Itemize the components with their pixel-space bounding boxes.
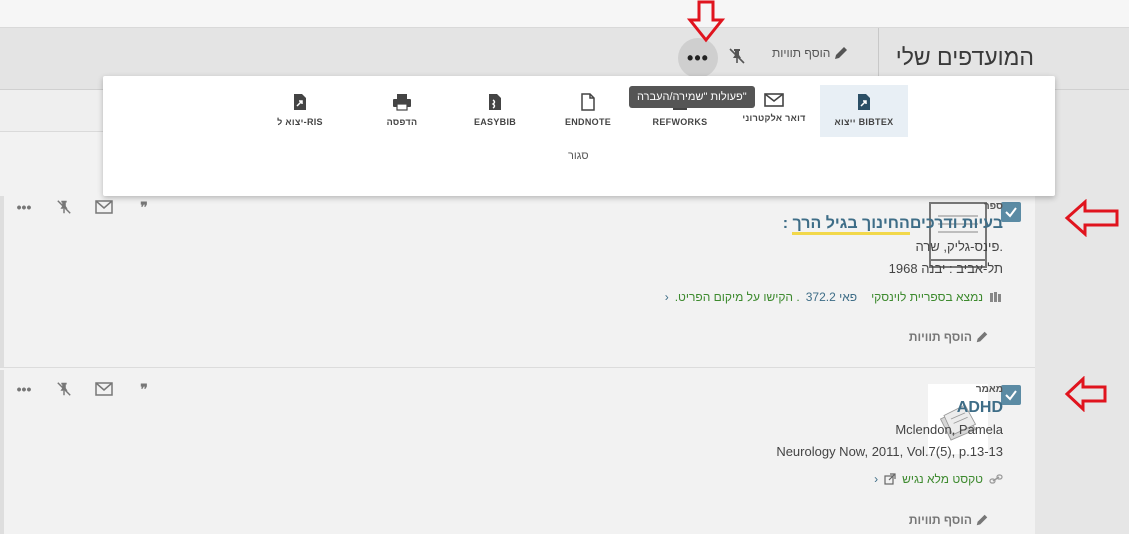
popup-item-label: דואר אלקטרוני (742, 113, 806, 123)
add-tags-label: הוסף תוויות (908, 513, 972, 527)
add-tags-label: הוסף תוויות (772, 46, 831, 60)
page-title: המועדפים שלי (895, 44, 1034, 70)
export-icon (858, 94, 870, 110)
add-tags-label: הוסף תוויות (908, 330, 972, 344)
annotation-arrow-left (1064, 376, 1107, 412)
popup-close-button[interactable]: סגור (568, 150, 589, 162)
record-author: Mclendon, Pamela (895, 422, 1003, 437)
popup-item-label: EASYBIB (473, 117, 517, 127)
popup-item-ris[interactable]: יצוא ל-RIS (256, 85, 344, 137)
record-title[interactable]: ADHD (957, 399, 1003, 417)
unpin-icon (729, 48, 745, 64)
annotation-arrow-down (686, 0, 726, 43)
book-thumbnail (929, 202, 987, 268)
unpin-icon[interactable] (54, 199, 74, 215)
popup-item-print[interactable]: הדפסה (358, 85, 446, 137)
record-type: מאמר (975, 384, 1003, 395)
availability-status: טקסט מלא נגיש (902, 472, 983, 486)
more-icon[interactable]: ••• (14, 381, 34, 397)
popup-item-label: יצוא ל-RIS (277, 117, 323, 127)
availability-call-number: פאי 372.2 (805, 290, 858, 304)
popup-item-label: ייצוא BIBTEX (834, 117, 894, 127)
external-link-icon (884, 473, 896, 485)
record-add-tags-button[interactable]: הוסף תוויות (909, 513, 989, 527)
annotation-arrow-left (1064, 199, 1119, 237)
header-add-tags-button[interactable]: הוסף תוויות (772, 45, 849, 61)
popup-item-label: הדפסה (386, 117, 418, 127)
check-icon (1005, 207, 1017, 218)
popup-item-bibtex[interactable]: ייצוא BIBTEX (820, 85, 908, 137)
pencil-icon (835, 47, 848, 59)
link-icon (989, 474, 1003, 484)
record-border (0, 196, 4, 367)
availability-library: ספריית לוינסקי (871, 290, 946, 304)
record-type: ספר (983, 201, 1003, 212)
more-actions-button[interactable]: ••• (678, 38, 718, 78)
header-pin-button[interactable] (728, 47, 746, 70)
record-add-tags-button[interactable]: הוסף תוויות (909, 330, 989, 344)
document-icon (581, 93, 595, 111)
easybib-icon (489, 94, 501, 110)
actions-tooltip: פעולות "שמירה/העברה" (629, 86, 755, 108)
mail-icon[interactable] (94, 199, 114, 215)
browser-top-strip (0, 0, 1129, 28)
mail-icon[interactable] (94, 381, 114, 397)
record-availability[interactable]: טקסט מלא נגיש ‹ (874, 472, 1003, 486)
pencil-icon (976, 331, 988, 343)
record-checkbox[interactable] (1001, 202, 1021, 222)
record-checkbox[interactable] (1001, 385, 1021, 405)
send-to-popup: ייצוא BIBTEX דואר אלקטרוני REFWORKS ENDN… (103, 76, 1055, 196)
mail-icon (764, 93, 784, 107)
print-icon (393, 94, 411, 111)
record-publication: Neurology Now, 2011, Vol.7(5), p.13-13 (776, 444, 1003, 459)
popup-item-endnote[interactable]: ENDNOTE (544, 85, 632, 137)
quote-icon[interactable]: ❞ (134, 381, 154, 397)
chevron-left-icon: ‹ (874, 472, 879, 486)
record-border (0, 370, 4, 534)
quote-icon[interactable]: ❞ (134, 199, 154, 215)
record-actions: ••• ❞ (14, 381, 154, 398)
record-availability[interactable]: נמצא ב ספריית לוינסקי פאי 372.2 . הקישו ע… (665, 290, 1003, 304)
pencil-icon (976, 514, 988, 526)
record-actions: ••• ❞ (14, 199, 154, 216)
record-title-main: החינוך בגיל הרך (792, 215, 910, 235)
record-author: פינס-גליק, שרה. (915, 239, 1003, 254)
unpin-icon[interactable] (54, 381, 74, 397)
popup-item-label: REFWORKS (652, 117, 708, 127)
availability-note: . הקישו על מיקום הפריט. (674, 290, 800, 304)
book-shelf-icon (990, 292, 1001, 302)
header-divider (878, 28, 879, 76)
record-publication: תל-אביב : יבנה 1968 (888, 261, 1003, 276)
availability-status: נמצא ב (945, 290, 984, 304)
check-icon (1005, 390, 1017, 401)
more-icon[interactable]: ••• (14, 199, 34, 215)
export-icon (294, 94, 306, 110)
record-title[interactable]: : בעיות ודרכיםהחינוך בגיל הרך (783, 215, 1003, 235)
popup-item-easybib[interactable]: EASYBIB (451, 85, 539, 137)
chevron-left-icon: ‹ (664, 290, 669, 304)
popup-item-label: ENDNOTE (564, 117, 612, 127)
